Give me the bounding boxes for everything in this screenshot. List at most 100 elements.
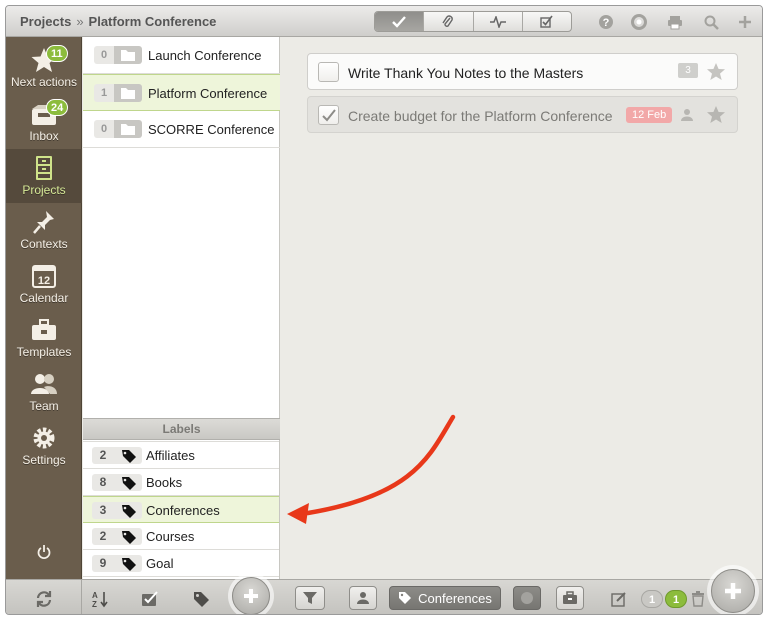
- add-button[interactable]: [735, 12, 755, 32]
- folder-icon-box: [114, 120, 142, 138]
- print-button[interactable]: [665, 12, 685, 32]
- tag-icon: [122, 531, 136, 544]
- svg-text:?: ?: [603, 17, 610, 29]
- label-name: Books: [146, 475, 183, 490]
- sidebar-item-contexts[interactable]: Contexts: [6, 203, 82, 257]
- sort-button[interactable]: AZ: [90, 589, 110, 609]
- sidebar-item-calendar[interactable]: 12 Calendar: [6, 257, 82, 311]
- due-date-badge: 12 Feb: [626, 107, 673, 123]
- person-icon[interactable]: [680, 108, 694, 122]
- project-list: 0 Launch Conference 1 Platform Conferenc…: [83, 37, 280, 426]
- label-count: 2: [92, 528, 114, 545]
- task-checkbox[interactable]: [318, 62, 339, 82]
- checkbox-icon: [540, 15, 553, 28]
- sidebar-item-label: Team: [29, 399, 59, 413]
- support-icon: [631, 14, 647, 30]
- filter-button[interactable]: [295, 586, 325, 610]
- context-filter-button[interactable]: Conferences: [389, 586, 501, 610]
- label-name: Affiliates: [146, 448, 195, 463]
- label-row-conferences[interactable]: 3 Conferences: [83, 496, 279, 523]
- label-count: 2: [92, 447, 114, 464]
- plus-icon: [725, 583, 741, 599]
- tag-icon: [194, 592, 209, 607]
- sidebar-item-team[interactable]: Team: [6, 365, 82, 419]
- svg-text:A: A: [92, 591, 98, 600]
- task-row[interactable]: Create budget for the Platform Conferenc…: [307, 96, 738, 133]
- star-icon[interactable]: [706, 105, 726, 124]
- cabinet-icon: [36, 156, 52, 180]
- view-tab-activity[interactable]: [474, 12, 523, 31]
- project-row-launch-conference[interactable]: 0 Launch Conference: [83, 37, 280, 74]
- tag-icon-box: [114, 474, 142, 491]
- tag-icon: [122, 505, 136, 518]
- tag-icon: [399, 592, 412, 604]
- sidebar-item-templates[interactable]: Templates: [6, 311, 82, 365]
- trash-icon: [692, 591, 704, 607]
- task-area: Write Thank You Notes to the Masters 3 C…: [281, 37, 762, 579]
- view-switcher: [374, 11, 572, 32]
- project-row-platform-conference[interactable]: 1 Platform Conference: [83, 74, 280, 111]
- task-row[interactable]: Write Thank You Notes to the Masters 3: [307, 53, 738, 90]
- tag-icon: [122, 558, 136, 571]
- sidebar-item-label: Inbox: [29, 129, 59, 143]
- sidebar-item-settings[interactable]: Settings: [6, 419, 82, 473]
- team-icon: [31, 374, 57, 394]
- completed-filter-button[interactable]: [140, 589, 160, 609]
- sidebar-item-next-actions[interactable]: 11 Next actions: [6, 41, 82, 95]
- check-icon: [322, 109, 336, 122]
- tag-icon: [122, 477, 136, 490]
- label-row-affiliates[interactable]: 2 Affiliates: [83, 442, 279, 469]
- labels-list: 2 Affiliates 8 Books 3 Conferences 2 Cou…: [83, 440, 280, 579]
- view-tab-attachments[interactable]: [424, 12, 474, 31]
- view-tab-checklist[interactable]: [523, 12, 571, 31]
- power-icon: [37, 545, 51, 559]
- add-task-button[interactable]: [711, 569, 755, 613]
- tag-icon: [122, 450, 136, 463]
- sidebar-item-projects[interactable]: Projects: [6, 149, 82, 203]
- task-title: Create budget for the Platform Conferenc…: [348, 108, 613, 124]
- label-row-books[interactable]: 8 Books: [83, 469, 279, 496]
- tag-icon-box: [114, 447, 142, 464]
- view-tab-actions[interactable]: [375, 12, 425, 31]
- sort-az-icon: AZ: [92, 591, 108, 608]
- calendar-icon: 12: [32, 265, 56, 288]
- inbox-badge: 24: [46, 99, 69, 116]
- calendar-icon-day: 12: [38, 275, 50, 287]
- help-button[interactable]: ?: [596, 12, 616, 32]
- breadcrumb-separator: »: [76, 14, 84, 29]
- label-row-goal[interactable]: 9 Goal: [83, 550, 279, 577]
- title-bar: Projects » Platform Conference ?: [6, 6, 762, 37]
- add-project-button[interactable]: [232, 577, 270, 614]
- sync-button[interactable]: [34, 589, 54, 609]
- project-name: SCORRE Conference: [148, 122, 275, 137]
- context-filter-label: Conferences: [418, 590, 492, 606]
- breadcrumb-root[interactable]: Projects: [20, 14, 71, 29]
- plus-icon: [244, 589, 258, 603]
- support-button[interactable]: [629, 12, 649, 32]
- power-button[interactable]: [36, 544, 52, 560]
- sidebar-item-label: Next actions: [10, 75, 78, 89]
- edit-button[interactable]: [609, 589, 629, 609]
- status-filter-button[interactable]: [513, 586, 541, 610]
- person-filter-button[interactable]: [349, 586, 377, 610]
- sidebar-item-inbox[interactable]: 24 Inbox: [6, 95, 82, 149]
- project-row-scorre-conference[interactable]: 0 SCORRE Conference: [83, 111, 280, 148]
- comment-count-badge[interactable]: 3: [678, 63, 698, 78]
- search-button[interactable]: [701, 12, 721, 32]
- activity-icon: [489, 15, 506, 28]
- task-checkbox[interactable]: [318, 105, 339, 125]
- label-count: 3: [92, 502, 114, 519]
- folder-icon: [121, 50, 135, 61]
- label-count: 8: [92, 474, 114, 491]
- project-count: 1: [94, 84, 114, 102]
- selected-count-right: 1: [665, 590, 687, 608]
- star-icon[interactable]: [706, 62, 726, 81]
- template-filter-button[interactable]: [556, 586, 584, 610]
- sidebar-item-label: Calendar: [19, 291, 69, 305]
- labels-header[interactable]: Labels: [83, 418, 280, 440]
- edit-icon: [611, 592, 626, 607]
- labels-filter-button[interactable]: [191, 589, 211, 609]
- delete-button[interactable]: [688, 589, 708, 609]
- label-row-courses[interactable]: 2 Courses: [83, 523, 279, 550]
- tag-icon-box: [114, 502, 142, 519]
